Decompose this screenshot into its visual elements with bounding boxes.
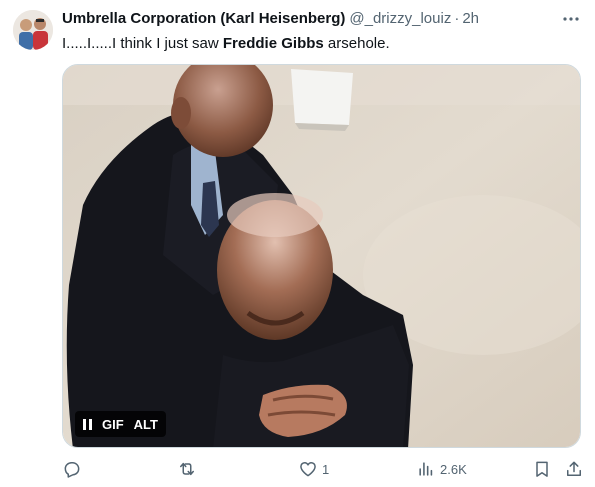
author-name[interactable]: Umbrella Corporation (Karl Heisenberg) bbox=[62, 10, 345, 27]
tweet-text-end: arsehole. bbox=[323, 35, 390, 52]
bookmark-icon bbox=[536, 461, 548, 477]
gif-badge: GIF bbox=[102, 416, 124, 432]
views-count: 2.6K bbox=[440, 461, 467, 477]
gif-frame bbox=[63, 65, 580, 447]
tweet-text: I.....I.....I think I just saw Freddie G… bbox=[62, 34, 390, 54]
views-button[interactable]: 2.6K bbox=[416, 458, 467, 480]
more-options-icon[interactable] bbox=[561, 10, 581, 28]
retweet-button[interactable] bbox=[176, 458, 202, 480]
tweet-card[interactable]: Umbrella Corporation (Karl Heisenberg) @… bbox=[0, 0, 595, 487]
share-icon bbox=[567, 461, 581, 476]
alt-badge[interactable]: ALT bbox=[134, 417, 158, 432]
heart-icon bbox=[300, 462, 316, 477]
separator: · bbox=[454, 10, 460, 27]
share-button[interactable] bbox=[564, 458, 584, 480]
tweet-text-bold: Freddie Gibbs bbox=[222, 35, 324, 52]
tweet-text-start: I.....I.....I think I just saw bbox=[62, 35, 223, 52]
avatar[interactable] bbox=[13, 10, 53, 50]
gif-media[interactable]: GIF ALT bbox=[62, 64, 581, 448]
like-count: 1 bbox=[322, 461, 330, 477]
tweet-header: Umbrella Corporation (Karl Heisenberg) @… bbox=[62, 10, 555, 30]
gif-controls[interactable]: GIF ALT bbox=[75, 411, 166, 437]
timestamp[interactable]: 2h bbox=[462, 10, 479, 27]
views-chart-icon bbox=[419, 462, 433, 476]
reply-icon bbox=[64, 462, 80, 478]
bookmark-button[interactable] bbox=[532, 458, 552, 480]
like-button[interactable]: 1 bbox=[298, 458, 329, 480]
retweet-icon bbox=[180, 462, 194, 476]
action-bar: 1 2.6K bbox=[62, 458, 587, 480]
pause-icon[interactable] bbox=[83, 418, 92, 430]
author-handle[interactable]: @_drizzy_louiz bbox=[349, 10, 451, 27]
reply-button[interactable] bbox=[62, 458, 86, 480]
